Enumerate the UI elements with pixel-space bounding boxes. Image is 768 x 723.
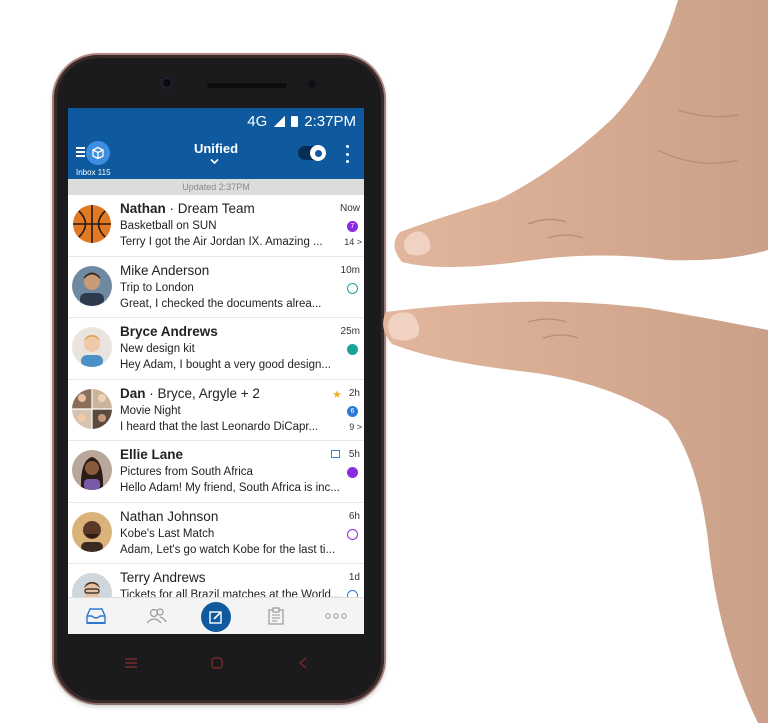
message-preview: Hello Adam! My friend, South Africa is i… bbox=[120, 482, 340, 494]
more-vert-icon[interactable] bbox=[346, 145, 350, 163]
message-row[interactable]: Mike Anderson Trip to London Great, I ch… bbox=[68, 257, 364, 318]
message-row[interactable]: Nathan Johnson Kobe's Last Match Adam, L… bbox=[68, 503, 364, 564]
message-subject: Trip to London bbox=[120, 281, 194, 294]
message-sender: Nathan · Dream Team bbox=[120, 201, 255, 216]
message-time: Now bbox=[339, 203, 360, 214]
message-preview: Terry I got the Air Jordan IX. Amazing .… bbox=[120, 236, 323, 248]
network-label: 4G bbox=[247, 113, 268, 130]
updated-banner: Updated 2:37PM bbox=[68, 179, 364, 195]
message-subject: Basketball on SUN bbox=[120, 220, 217, 232]
message-preview: I heard that the last Leonardo DiCapr... bbox=[120, 420, 319, 433]
avatar bbox=[72, 265, 112, 306]
status-dot-icon[interactable] bbox=[347, 344, 358, 355]
hand-illustration bbox=[383, 0, 768, 723]
message-sender: Terry Andrews bbox=[120, 570, 206, 585]
message-preview: Adam, Let's go watch Kobe for the last t… bbox=[120, 543, 336, 556]
avatar bbox=[72, 511, 112, 552]
group-avatar bbox=[72, 388, 112, 429]
message-time: 25m bbox=[340, 326, 360, 337]
home-key[interactable] bbox=[202, 648, 232, 678]
message-time: 1d bbox=[348, 572, 360, 583]
back-key[interactable] bbox=[288, 648, 318, 678]
message-row[interactable]: Nathan · Dream Team Basketball on SUN Te… bbox=[68, 195, 364, 257]
app-bar: Inbox 115 Unified bbox=[68, 135, 364, 179]
toggle-knob-icon bbox=[310, 145, 326, 161]
message-subject: Pictures from South Africa bbox=[120, 466, 253, 478]
clipboard-icon bbox=[268, 607, 284, 625]
basketball-avatar bbox=[72, 204, 112, 244]
status-dot-icon[interactable] bbox=[347, 467, 358, 478]
star-icon[interactable]: ★ bbox=[332, 388, 342, 401]
image-attachment-icon bbox=[331, 450, 340, 458]
battery-icon bbox=[291, 116, 299, 127]
more-horiz-icon bbox=[325, 613, 347, 619]
avatar bbox=[72, 450, 112, 490]
avatar bbox=[72, 327, 112, 367]
status-bar: 4G 2:37PM bbox=[68, 108, 364, 135]
unread-count-badge[interactable]: 6 bbox=[347, 405, 358, 417]
chevron-down-icon[interactable] bbox=[210, 157, 219, 166]
tab-more[interactable] bbox=[316, 598, 356, 634]
message-sender: Nathan Johnson bbox=[120, 508, 219, 524]
tab-mail[interactable] bbox=[76, 598, 116, 634]
status-circle-icon[interactable] bbox=[347, 282, 358, 294]
tab-files[interactable] bbox=[256, 598, 296, 634]
mail-tray-icon bbox=[86, 608, 106, 624]
message-row[interactable]: Dan · Bryce, Argyle + 2 Movie Night I he… bbox=[68, 380, 364, 441]
message-subject: New design kit bbox=[120, 343, 195, 355]
tab-people[interactable] bbox=[136, 598, 176, 634]
inbox-count-label: Inbox 115 bbox=[76, 168, 111, 177]
compose-icon bbox=[209, 611, 222, 624]
thread-count[interactable]: 9 > bbox=[349, 422, 362, 432]
front-camera bbox=[161, 77, 173, 89]
message-subject: Kobe's Last Match bbox=[120, 527, 215, 540]
status-circle-icon[interactable] bbox=[347, 528, 358, 540]
message-sender: Bryce Andrews bbox=[120, 324, 218, 339]
message-time: 2h bbox=[348, 387, 360, 399]
message-list: Nathan · Dream Team Basketball on SUN Te… bbox=[68, 195, 364, 626]
message-subject: Movie Night bbox=[120, 404, 181, 417]
proximity-sensor bbox=[308, 80, 316, 88]
message-preview: Great, I checked the documents alrea... bbox=[120, 297, 322, 310]
signal-icon bbox=[273, 116, 286, 127]
message-row[interactable]: Ellie Lane Pictures from South Africa He… bbox=[68, 441, 364, 503]
phone-screen: 4G 2:37PM Inbox 115 Unified Updated 2:37… bbox=[68, 108, 364, 634]
earpiece-speaker bbox=[207, 83, 287, 88]
back-icon bbox=[298, 657, 307, 669]
message-time: 6h bbox=[348, 510, 360, 522]
bottom-tab-bar bbox=[68, 597, 364, 634]
message-time: 5h bbox=[348, 449, 360, 460]
message-preview: Hey Adam, I bought a very good design... bbox=[120, 359, 331, 371]
focus-toggle[interactable] bbox=[298, 145, 326, 161]
menu-icon bbox=[125, 658, 137, 668]
home-icon bbox=[211, 657, 223, 669]
upper-finger bbox=[394, 0, 768, 267]
message-sender: Mike Anderson bbox=[120, 262, 210, 278]
message-sender: Dan · Bryce, Argyle + 2 bbox=[120, 385, 260, 401]
message-time: 10m bbox=[340, 264, 360, 276]
message-row[interactable]: Bryce Andrews New design kit Hey Adam, I… bbox=[68, 318, 364, 380]
compose-button[interactable] bbox=[201, 602, 231, 632]
unread-count-badge[interactable]: 7 bbox=[347, 221, 358, 232]
clock: 2:37PM bbox=[304, 113, 356, 130]
menu-key[interactable] bbox=[116, 648, 146, 678]
people-icon bbox=[146, 608, 167, 624]
thread-count[interactable]: 14 > bbox=[344, 237, 362, 247]
message-sender: Ellie Lane bbox=[120, 447, 184, 462]
lower-finger bbox=[383, 301, 768, 723]
